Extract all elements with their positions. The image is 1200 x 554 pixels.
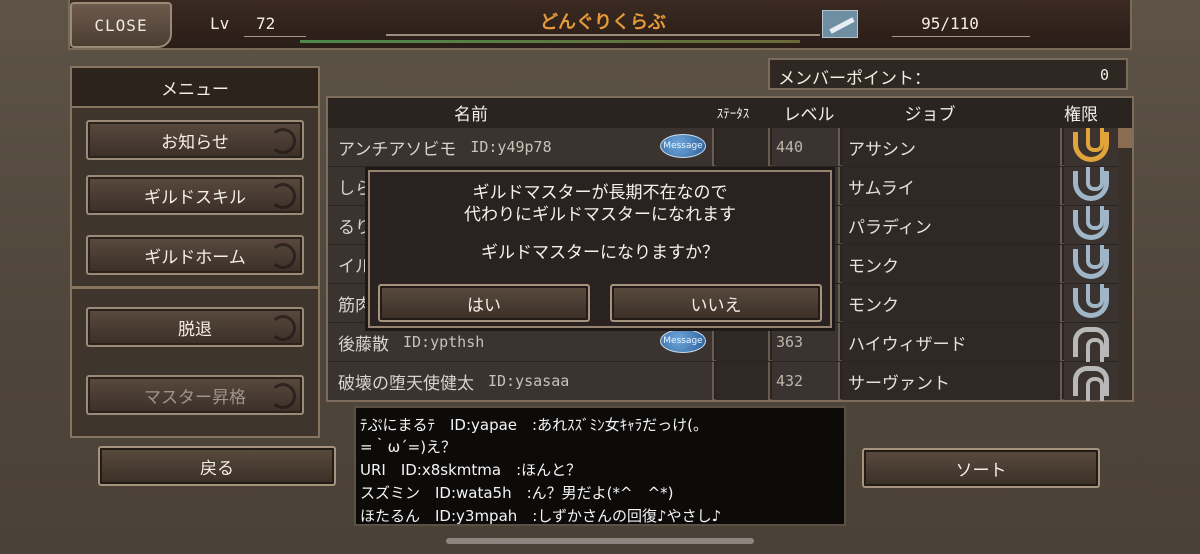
menu-news-button[interactable]: お知らせ xyxy=(86,120,304,160)
back-button[interactable]: 戻る xyxy=(98,446,336,486)
promote-master-label: マスター昇格 xyxy=(144,387,246,408)
close-button[interactable]: CLOSE xyxy=(70,2,172,48)
member-count-underline xyxy=(892,36,1030,37)
silver-guild-rank-icon xyxy=(1073,245,1109,279)
chat-line: ﾃぷにまるﾃ ID:yapae :あれｽｽﾞﾐﾝ女ｷｬﾗだっけ(。 xyxy=(360,416,708,434)
guild-name: どんぐりくらぶ xyxy=(540,12,666,33)
member-job: パラディン xyxy=(842,206,1062,244)
member-rank xyxy=(1064,167,1118,205)
promote-master-button[interactable]: マスター昇格 xyxy=(86,375,304,415)
member-job: サムライ xyxy=(842,167,1062,205)
menu-guild-home-label: ギルドホーム xyxy=(144,247,246,268)
member-name-cell: 破壊の堕天使健太 ID:ysasaa xyxy=(328,362,714,400)
member-point-value: 0 xyxy=(1100,66,1110,84)
sort-button[interactable]: ソート xyxy=(862,448,1100,488)
member-job: サーヴァント xyxy=(842,362,1062,400)
member-name-cell: 後藤散 ID:ypthsh Message xyxy=(328,323,714,361)
guild-exp-bar xyxy=(300,40,800,43)
dialog-yes-button[interactable]: はい xyxy=(378,284,590,322)
member-id: ID:ypthsh xyxy=(403,333,485,351)
member-job: モンク xyxy=(842,245,1062,283)
gold-guild-rank-icon xyxy=(1073,128,1109,162)
member-name-cell: アンチアソビモ ID:y49p78 Message xyxy=(328,128,714,166)
header-rank: 権限 xyxy=(1056,98,1106,126)
header-job: ジョブ xyxy=(870,98,990,126)
member-rank xyxy=(1064,284,1118,322)
swirl-ornament-icon xyxy=(270,315,296,341)
member-job: アサシン xyxy=(842,128,1062,166)
member-status xyxy=(716,362,770,400)
member-rank xyxy=(1064,245,1118,283)
swirl-ornament-icon xyxy=(270,243,296,269)
level-underline xyxy=(244,36,306,37)
swirl-ornament-icon xyxy=(270,183,296,209)
dialog-no-button[interactable]: いいえ xyxy=(610,284,822,322)
member-id: ID:ysasaa xyxy=(488,372,570,390)
silver-guild-rank-icon xyxy=(1073,206,1109,240)
menu-guild-skill-button[interactable]: ギルドスキル xyxy=(86,175,304,215)
chat-line: スズミン ID:wata5h :ん？男だよ(*^ ^*) xyxy=(360,484,674,502)
member-level: 432 xyxy=(772,362,840,400)
member-name: アンチアソビモ xyxy=(338,139,457,160)
leave-guild-label: 脱退 xyxy=(178,319,212,340)
gray-guild-rank-icon xyxy=(1073,366,1109,401)
member-name: るり xyxy=(338,217,372,238)
member-status xyxy=(716,323,770,361)
table-row[interactable]: アンチアソビモ ID:y49p78 Message 440 アサシン xyxy=(328,128,1118,166)
silver-guild-rank-icon xyxy=(1073,284,1109,318)
menu-title: メニュー xyxy=(72,68,318,108)
member-level: 440 xyxy=(772,128,840,166)
swirl-ornament-icon xyxy=(270,128,296,154)
member-id: ID:y49p78 xyxy=(470,138,552,156)
header-name: 名前 xyxy=(328,98,614,126)
member-name: 筋肉 xyxy=(338,295,372,316)
chat-line: =｀ω´=)え？ xyxy=(360,438,457,456)
member-status xyxy=(716,128,770,166)
header-level: レベル xyxy=(770,98,848,126)
chat-line: URI ID:x8skmtma :ほんと？ xyxy=(360,461,582,479)
table-row[interactable]: 破壊の堕天使健太 ID:ysasaa 432 サーヴァント xyxy=(328,362,1118,401)
leave-guild-button[interactable]: 脱退 xyxy=(86,307,304,347)
member-rank xyxy=(1064,323,1118,362)
message-bubble-icon[interactable]: Message xyxy=(660,134,706,158)
table-scrollbar[interactable] xyxy=(1118,128,1132,400)
home-indicator xyxy=(446,538,754,544)
member-name: しら xyxy=(338,178,372,199)
table-row[interactable]: 後藤散 ID:ypthsh Message 363 ハイウィザード xyxy=(328,323,1118,362)
member-level: 363 xyxy=(772,323,840,361)
member-point-label: メンバーポイント： xyxy=(778,69,931,89)
level-value: 72 xyxy=(256,14,276,33)
menu-guild-home-button[interactable]: ギルドホーム xyxy=(86,235,304,275)
swirl-ornament-icon xyxy=(270,383,296,409)
guild-name-underline xyxy=(386,34,820,36)
level-label: Lv xyxy=(210,14,230,33)
table-scroll-thumb[interactable] xyxy=(1118,128,1132,148)
member-name: 破壊の堕天使健太 xyxy=(338,373,474,394)
edit-pencil-icon[interactable] xyxy=(822,10,858,38)
member-rank xyxy=(1064,206,1118,244)
message-bubble-icon[interactable]: Message xyxy=(660,329,706,353)
member-count: 95/110 xyxy=(921,14,979,33)
member-rank xyxy=(1064,128,1118,166)
menu-news-label: お知らせ xyxy=(161,132,229,153)
silver-guild-rank-icon xyxy=(1073,167,1109,201)
dialog-question: ギルドマスターになりますか？ xyxy=(481,243,719,263)
member-job: ハイウィザード xyxy=(842,323,1062,361)
header-status: ｽﾃｰﾀｽ xyxy=(704,98,762,126)
dialog-message-line2: 代わりにギルドマスターになれます xyxy=(464,205,736,225)
chat-line: ほたるん ID:y3mpah :しずかさんの回復♪やさし♪ xyxy=(360,507,722,525)
menu-guild-skill-label: ギルドスキル xyxy=(144,187,246,208)
member-name: イル xyxy=(338,256,372,277)
member-job: モンク xyxy=(842,284,1062,322)
member-name: 後藤散 xyxy=(338,334,389,355)
gray-guild-rank-icon xyxy=(1073,327,1109,362)
member-rank xyxy=(1064,362,1118,401)
menu-divider xyxy=(72,286,318,289)
